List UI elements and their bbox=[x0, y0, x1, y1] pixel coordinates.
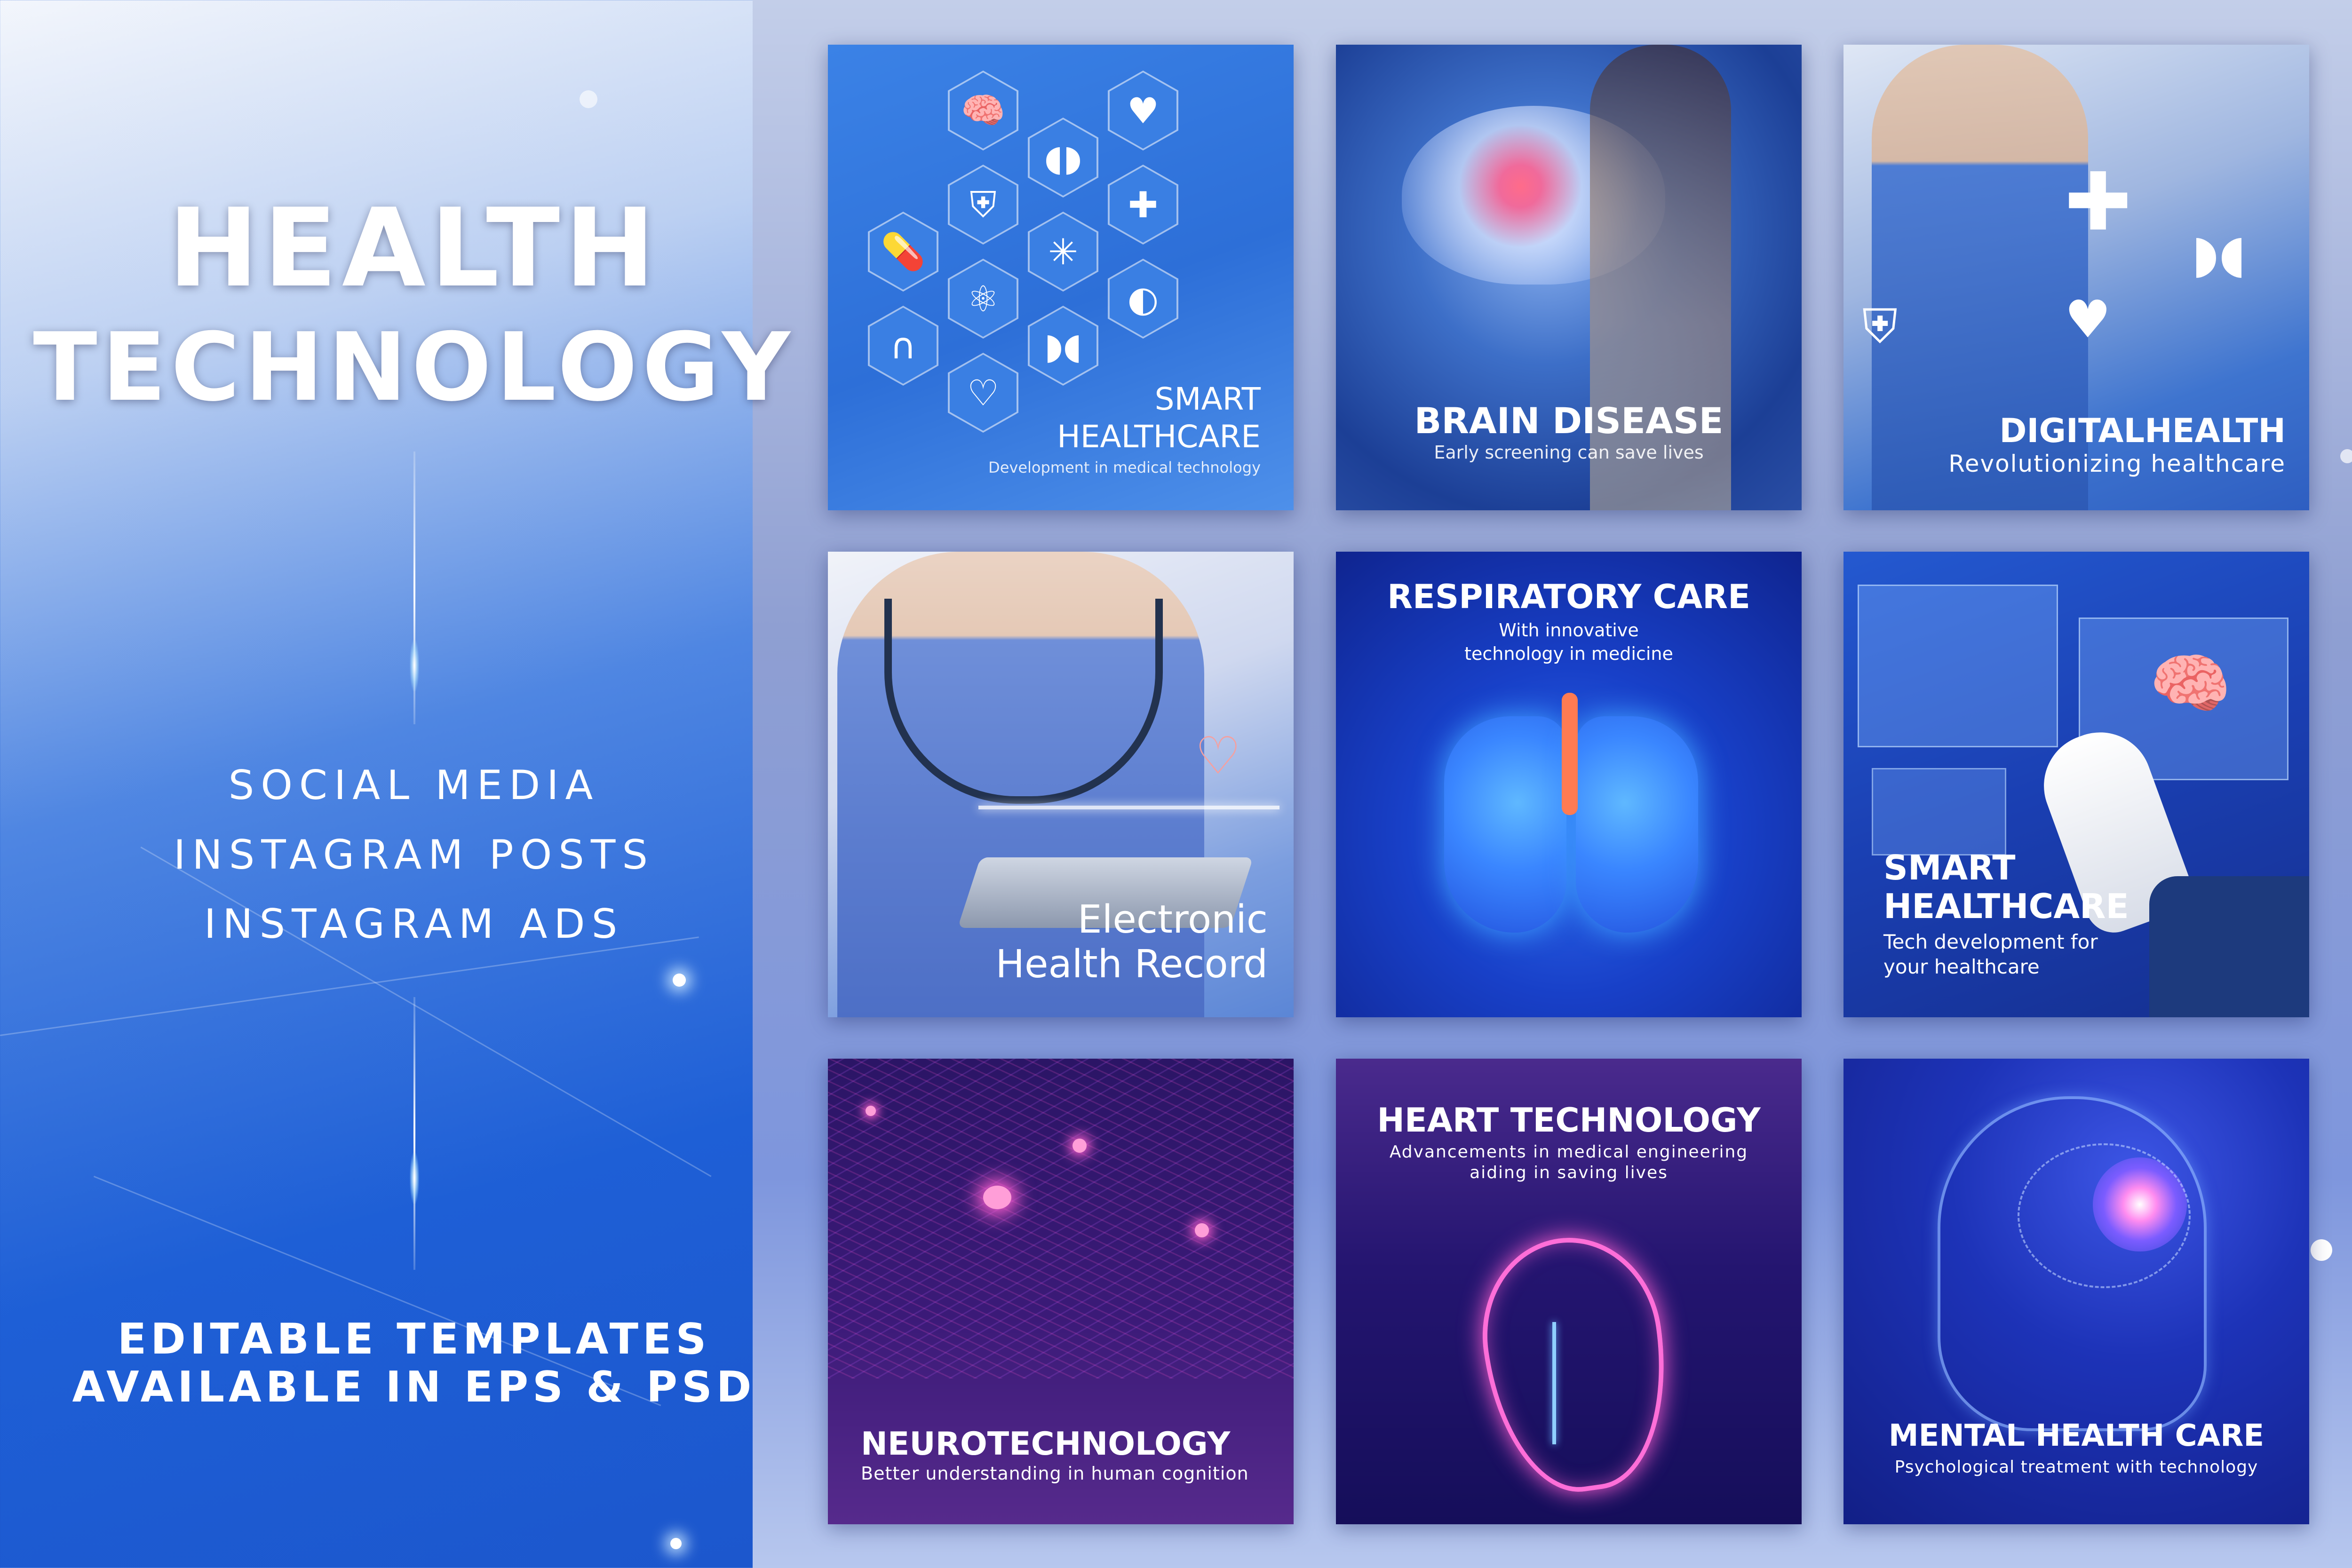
heartbeat-icon: ♡ bbox=[948, 353, 1018, 433]
heart-illustration bbox=[1470, 1226, 1682, 1503]
left-panel: HEALTH TECHNOLOGY SOCIAL MEDIA INSTAGRAM… bbox=[0, 0, 828, 1568]
card-subtitle-line2: your healthcare bbox=[1883, 955, 2040, 978]
card-title: DIGITALHEALTH bbox=[1999, 412, 2286, 450]
neuron-icon: ✳ bbox=[1028, 212, 1098, 292]
screen-panel bbox=[1858, 585, 2058, 747]
template-card-smart-healthcare-tech[interactable]: 🧠 SMART HEALTHCARE Tech development for … bbox=[1843, 552, 2309, 1017]
neuron-node bbox=[983, 1186, 1011, 1209]
kidneys-icon: ◖◗ bbox=[1028, 118, 1098, 198]
media-type-instagram-ads: INSTAGRAM ADS bbox=[204, 901, 624, 948]
main-title-line1: HEALTH bbox=[168, 186, 660, 311]
brain-icon: 🧠 bbox=[2149, 646, 2232, 722]
template-card-mental-health-care[interactable]: MENTAL HEALTH CARE Psychological treatme… bbox=[1843, 1059, 2309, 1524]
screen-panel bbox=[1872, 768, 2006, 855]
neuron-node bbox=[1195, 1223, 1209, 1237]
left-lung-illustration bbox=[1444, 716, 1566, 933]
media-type-instagram-posts: INSTAGRAM POSTS bbox=[173, 832, 654, 879]
neuron-network bbox=[828, 1059, 1294, 1378]
card-subtitle-line1: Tech development for bbox=[1883, 930, 2098, 953]
card-subtitle: Development in medical technology bbox=[988, 459, 1261, 476]
card-title: MENTAL HEALTH CARE bbox=[1888, 1418, 2265, 1453]
template-card-brain-disease[interactable]: BRAIN DISEASE Early screening can save l… bbox=[1336, 45, 1802, 510]
pills-icon: 💊 bbox=[868, 212, 938, 292]
neuron-node bbox=[866, 1106, 876, 1116]
card-subtitle-line2: aiding in saving lives bbox=[1470, 1163, 1668, 1182]
heart-icon: ♡ bbox=[1195, 726, 1241, 786]
lungs-icon: ◗◖ bbox=[2192, 223, 2246, 284]
sleeve bbox=[2149, 876, 2309, 1017]
template-card-electronic-health-record[interactable]: ♡ Electronic Health Record bbox=[828, 552, 1294, 1017]
media-type-social: SOCIAL MEDIA bbox=[228, 762, 600, 809]
template-card-respiratory-care[interactable]: RESPIRATORY CARE With innovative technol… bbox=[1336, 552, 1802, 1017]
circuit-lines bbox=[1552, 1322, 1556, 1444]
cta-line1: EDITABLE TEMPLATES bbox=[117, 1315, 711, 1364]
stomach-icon: ◐ bbox=[1108, 259, 1178, 339]
plus-icon: ✚ bbox=[2065, 156, 2132, 249]
card-subtitle-line2: technology in medicine bbox=[1464, 643, 1673, 664]
cta-line2: AVAILABLE IN EPS & PSD bbox=[72, 1362, 756, 1412]
card-subtitle: Early screening can save lives bbox=[1434, 442, 1704, 463]
network-node bbox=[2340, 449, 2352, 463]
heartbeat-line bbox=[978, 806, 1279, 809]
divider-line bbox=[410, 997, 419, 1270]
card-subtitle-line1: With innovative bbox=[1499, 620, 1639, 641]
main-title-line2: TECHNOLOGY bbox=[33, 313, 795, 422]
brain-scribble bbox=[2018, 1143, 2191, 1288]
heart-icon: ♥ bbox=[1108, 71, 1178, 150]
card-subtitle: Psychological treatment with technology bbox=[1894, 1457, 2258, 1477]
template-card-heart-technology[interactable]: HEART TECHNOLOGY Advancements in medical… bbox=[1336, 1059, 1802, 1524]
neuron-node bbox=[1073, 1139, 1087, 1153]
plus-icon: ✚ bbox=[1108, 165, 1178, 245]
shield-icon: ⛨ bbox=[1862, 299, 1898, 354]
card-title-line1: SMART bbox=[1154, 381, 1261, 417]
card-title: BRAIN DISEASE bbox=[1414, 400, 1724, 442]
trachea-illustration bbox=[1562, 693, 1578, 815]
intestine-icon: ∩ bbox=[868, 306, 938, 386]
shield-icon: ⛨ bbox=[948, 165, 1018, 245]
card-title-line2: HEALTHCARE bbox=[1883, 887, 2129, 926]
card-subtitle-line1: Advancements in medical engineering bbox=[1389, 1142, 1748, 1162]
template-card-digital-health[interactable]: ✚ ♥ ◗◖ ⛨ DIGITALHEALTH Revolutionizing h… bbox=[1843, 45, 2309, 510]
brain-icon: 🧠 bbox=[948, 71, 1018, 150]
card-title-line1: SMART bbox=[1883, 848, 2016, 887]
heart-icon: ♥ bbox=[2065, 289, 2111, 349]
lungs-icon: ◗◖ bbox=[1028, 306, 1098, 386]
card-title: NEUROTECHNOLOGY bbox=[861, 1425, 1231, 1463]
card-title: RESPIRATORY CARE bbox=[1387, 578, 1750, 616]
card-title-line1: Electronic bbox=[1077, 897, 1268, 942]
card-title-line2: HEALTHCARE bbox=[1057, 419, 1261, 455]
card-title: HEART TECHNOLOGY bbox=[1377, 1101, 1761, 1140]
network-node bbox=[2311, 1239, 2332, 1261]
atom-icon: ⚛ bbox=[948, 259, 1018, 339]
right-lung-illustration bbox=[1576, 716, 1698, 933]
card-subtitle: Better understanding in human cognition bbox=[861, 1463, 1249, 1484]
divider-line bbox=[410, 451, 419, 724]
template-card-smart-healthcare[interactable]: 🧠 ♥ ◖◗ ⛨ ✚ 💊 ✳ ⚛ ◐ ∩ ◗◖ ♡ SMART HEALTHCA… bbox=[828, 45, 1294, 510]
template-card-neurotechnology[interactable]: NEUROTECHNOLOGY Better understanding in … bbox=[828, 1059, 1294, 1524]
card-title-line2: Health Record bbox=[995, 942, 1268, 987]
card-subtitle: Revolutionizing healthcare bbox=[1948, 450, 2286, 477]
